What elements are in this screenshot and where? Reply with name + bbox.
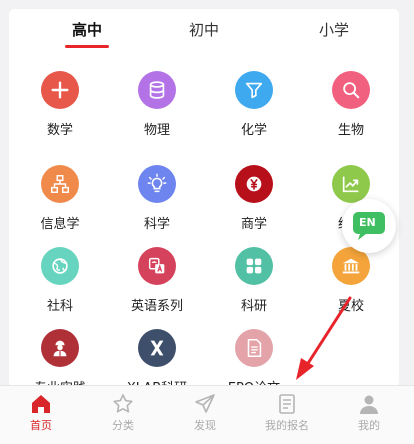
subject-label: 科学 [143,217,170,232]
subject-label: 商学 [240,217,267,232]
subject-card: 高中 初中 小学 数学 物理 化学 生物 信息学 科学 商学 社科 英语系列 科… [9,9,400,396]
subject-label: 化学 [240,123,267,138]
list-icon [279,394,295,414]
nav-label: 发现 [194,419,216,432]
subject-social-science[interactable]: 社科 [11,247,109,335]
worker-icon [41,329,79,367]
paper-plane-icon [195,394,215,413]
tab-high-school[interactable]: 高中 [47,19,127,41]
yen-coin-icon [235,165,273,203]
bottom-nav: 首页 分类 发现 我的报名 我的 [0,385,414,444]
subject-label: 物理 [143,123,170,138]
nav-category[interactable]: 分类 [88,392,158,442]
subject-informatics[interactable]: 信息学 [11,165,109,253]
subject-label: 社科 [46,299,73,314]
subject-label: 科研 [240,299,267,314]
tab-middle-school[interactable]: 初中 [164,19,244,41]
subject-research[interactable]: 科研 [205,247,303,335]
nav-label: 首页 [30,419,52,432]
nav-discover[interactable]: 发现 [170,392,240,442]
funnel-icon [235,71,273,109]
star-icon [113,394,133,413]
subject-math[interactable]: 数学 [11,71,109,159]
active-tab-indicator [65,45,109,48]
subject-label: 英语系列 [130,299,183,314]
nav-label: 我的 [358,419,380,432]
subject-chemistry[interactable]: 化学 [205,71,303,159]
subject-label: 信息学 [40,217,80,232]
nav-label: 分类 [112,419,134,432]
level-tabs: 高中 初中 小学 [9,9,399,53]
subject-summer-school[interactable]: 夏校 [302,247,400,335]
nav-my-registrations[interactable]: 我的报名 [252,392,322,442]
nav-profile[interactable]: 我的 [334,392,404,442]
person-icon [360,395,378,414]
subject-english[interactable]: 英语系列 [108,247,206,335]
subject-physics[interactable]: 物理 [108,71,206,159]
grid-icon [235,247,273,285]
database-icon [138,71,176,109]
tab-primary-school[interactable]: 小学 [294,19,374,41]
nav-label: 我的报名 [265,419,309,432]
subject-label: 数学 [46,123,73,138]
subject-biology[interactable]: 生物 [302,71,400,159]
subject-business[interactable]: 商学 [205,165,303,253]
subject-label: 生物 [337,123,364,138]
sitemap-icon [41,165,79,203]
subject-label: 夏校 [337,299,364,314]
lightbulb-icon [138,165,176,203]
document-icon [235,329,273,367]
translate-icon [138,247,176,285]
trend-chart-icon [332,165,370,203]
search-icon [332,71,370,109]
home-icon [32,395,50,413]
language-label: EN [359,216,376,229]
language-switch-button[interactable]: EN [342,199,396,253]
globe-icon [41,247,79,285]
x-logo-icon [138,329,176,367]
plus-icon [41,71,79,109]
nav-home[interactable]: 首页 [6,392,76,442]
subject-science[interactable]: 科学 [108,165,206,253]
